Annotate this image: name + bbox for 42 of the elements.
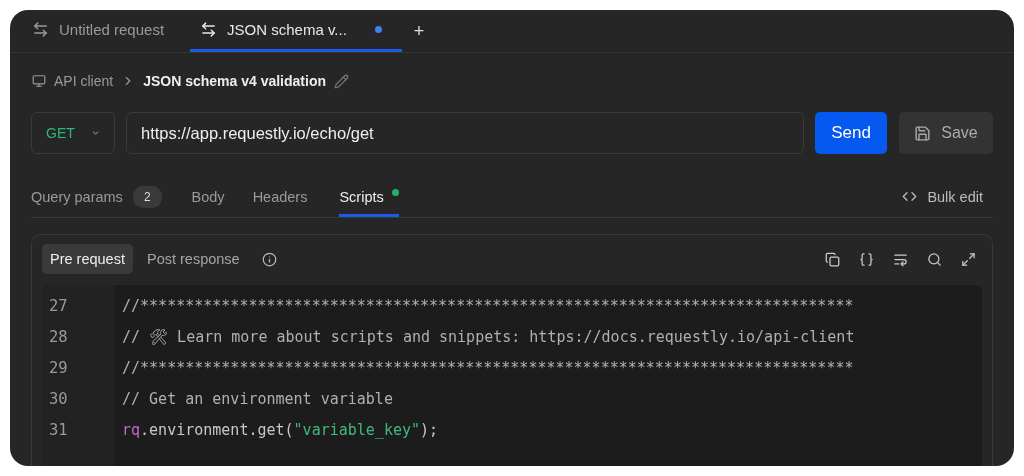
wrap-text-icon[interactable] bbox=[893, 251, 908, 267]
section-tab[interactable]: Body bbox=[191, 176, 225, 217]
bulk-edit-button[interactable]: Bulk edit bbox=[902, 176, 993, 217]
code-comment: // 🛠 Learn more about scripts and snippets: https://docs.requestly.io/api-client bbox=[122, 328, 855, 346]
code-keyword: rq bbox=[122, 421, 141, 439]
line-number: 28 bbox=[48, 327, 69, 348]
line-number: 30 bbox=[48, 389, 69, 410]
copy-icon[interactable] bbox=[825, 251, 840, 267]
search-icon[interactable] bbox=[927, 251, 942, 267]
swap-arrows-icon bbox=[32, 21, 49, 38]
url-field[interactable]: https://app.requestly.io/echo/get bbox=[126, 112, 804, 154]
section-tab[interactable]: Query params 2 bbox=[31, 176, 162, 217]
code-icon bbox=[902, 189, 918, 204]
expand-icon[interactable] bbox=[961, 251, 976, 267]
request-title: JSON schema v4 validation bbox=[143, 73, 326, 89]
line-number: 31 bbox=[48, 420, 69, 441]
save-button[interactable]: Save bbox=[899, 112, 993, 154]
script-tab[interactable]: Post response bbox=[138, 244, 248, 274]
count-badge: 2 bbox=[132, 185, 162, 208]
request-tab[interactable]: JSON schema v... bbox=[190, 10, 402, 52]
code-text: .environment.get( bbox=[140, 421, 294, 439]
breadcrumb-link[interactable]: API client bbox=[54, 73, 114, 89]
code-comment: //******************************************************************************* bbox=[122, 359, 854, 377]
code-comment: //******************************************************************************* bbox=[122, 297, 854, 315]
method-dropdown[interactable]: GET bbox=[31, 112, 115, 154]
line-number: 27 bbox=[48, 296, 69, 317]
code-string: "variable_key" bbox=[293, 421, 421, 439]
save-icon bbox=[914, 124, 932, 142]
code-comment: // Get an environment variable bbox=[122, 390, 393, 408]
edit-icon[interactable] bbox=[334, 73, 349, 89]
send-button[interactable]: Send bbox=[815, 112, 887, 154]
script-tab[interactable]: Pre request bbox=[42, 244, 133, 274]
braces-icon[interactable] bbox=[859, 251, 874, 267]
line-number: 29 bbox=[48, 358, 69, 379]
section-tab[interactable]: Scripts bbox=[339, 176, 399, 217]
new-tab-button[interactable]: + bbox=[407, 10, 431, 52]
section-tab[interactable]: Headers bbox=[252, 176, 308, 217]
info-icon[interactable] bbox=[261, 251, 277, 267]
swap-arrows-icon bbox=[200, 21, 218, 38]
request-tab[interactable]: Untitled request bbox=[22, 10, 185, 52]
monitor-icon bbox=[32, 74, 46, 88]
code-text: ); bbox=[420, 421, 439, 439]
